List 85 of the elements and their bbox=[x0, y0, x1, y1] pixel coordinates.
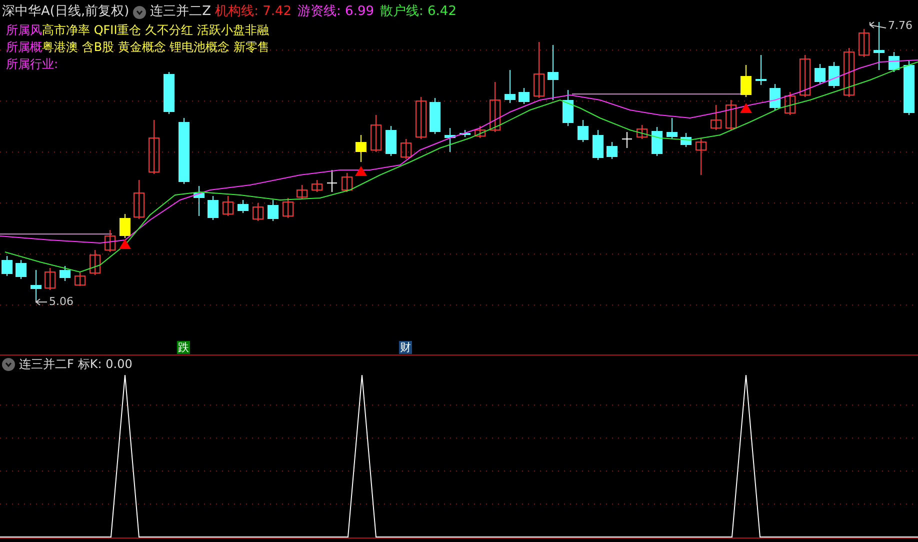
candlestick bbox=[222, 196, 234, 216]
candlestick bbox=[416, 96, 426, 140]
pointer-arrow bbox=[870, 22, 886, 28]
candlestick bbox=[90, 250, 100, 276]
pointer-arrow bbox=[36, 298, 48, 306]
candlestick bbox=[342, 172, 352, 192]
candlestick bbox=[296, 184, 308, 200]
high-price-label: 7.76 bbox=[888, 18, 912, 34]
candlestick bbox=[680, 132, 692, 148]
candlestick bbox=[784, 92, 796, 116]
candlestick bbox=[120, 214, 130, 238]
candlestick bbox=[164, 72, 174, 114]
chevron-icon[interactable] bbox=[133, 6, 146, 18]
candlestick bbox=[726, 100, 736, 130]
candlestick bbox=[2, 256, 12, 276]
candlestick bbox=[844, 48, 854, 98]
candlestick bbox=[490, 82, 500, 132]
stock-title: 深中华A(日线,前复权) bbox=[2, 4, 130, 20]
candlestick bbox=[814, 64, 826, 84]
candlestick bbox=[518, 88, 530, 104]
candlestick bbox=[44, 268, 56, 290]
candlestick bbox=[16, 260, 26, 280]
line-legend: 游资线: 6.99 bbox=[298, 4, 374, 20]
candlestick bbox=[504, 70, 516, 104]
candlestick bbox=[548, 44, 558, 100]
candlestick bbox=[356, 134, 366, 162]
candlestick bbox=[252, 202, 264, 222]
indicator-name: 连三并二Z bbox=[150, 4, 212, 20]
candlestick bbox=[386, 126, 396, 156]
info-label: 所属行业: bbox=[6, 56, 58, 73]
candlestick bbox=[770, 84, 780, 110]
candlestick bbox=[858, 28, 870, 58]
candlestick bbox=[134, 180, 144, 220]
candlestick bbox=[606, 142, 618, 160]
candlestick bbox=[148, 120, 160, 174]
indicator-reading: 标K: 0.00 bbox=[78, 357, 132, 372]
candlestick bbox=[430, 98, 440, 134]
candlestick bbox=[666, 118, 678, 140]
candlestick bbox=[282, 198, 294, 218]
info-value: 粤港澳 含B股 黄金概念 锂电池概念 新零售 bbox=[42, 39, 270, 56]
candlestick bbox=[696, 138, 706, 176]
candlestick bbox=[534, 42, 544, 98]
info-label: 所属概 bbox=[6, 39, 42, 56]
candlestick bbox=[60, 266, 70, 282]
info-label: 所属风 bbox=[6, 22, 42, 39]
candlestick bbox=[592, 130, 604, 160]
line-legend: 机构线: 7.42 bbox=[215, 4, 292, 20]
low-price-label: 5.06 bbox=[49, 294, 74, 310]
candlestick bbox=[194, 186, 204, 216]
candlestick bbox=[888, 52, 900, 72]
candlestick bbox=[268, 200, 278, 222]
candlestick bbox=[104, 230, 116, 252]
candlestick bbox=[370, 114, 382, 152]
candlestick bbox=[474, 126, 486, 138]
signal-triangle-icon bbox=[355, 166, 367, 176]
candlestick bbox=[740, 64, 752, 98]
candlestick bbox=[828, 62, 840, 88]
candlestick bbox=[800, 54, 810, 98]
indicator-name: 连三并二F bbox=[19, 357, 74, 372]
candlestick bbox=[74, 272, 86, 286]
candlestick bbox=[578, 120, 588, 142]
candlestick bbox=[636, 124, 648, 140]
candlestick bbox=[622, 132, 632, 148]
candlestick bbox=[652, 126, 662, 156]
candlestick bbox=[326, 170, 338, 192]
candlestick bbox=[208, 196, 218, 220]
candlestick bbox=[874, 22, 884, 70]
candlestick bbox=[710, 104, 722, 130]
candlestick bbox=[238, 200, 248, 214]
candlestick bbox=[904, 60, 914, 116]
signal-triangle-icon bbox=[740, 103, 752, 113]
candlestick bbox=[312, 180, 322, 192]
candlestick bbox=[30, 270, 42, 300]
candlestick bbox=[400, 138, 412, 160]
candlestick bbox=[756, 54, 766, 86]
line-legend: 散户线: 6.42 bbox=[380, 4, 456, 20]
candlestick bbox=[562, 90, 574, 126]
chevron-icon[interactable] bbox=[2, 358, 15, 371]
info-value: 高市净率 QFII重仓 久不分红 活跃小盘非融 bbox=[42, 22, 269, 39]
signal-triangle-icon bbox=[119, 239, 131, 249]
event-marker[interactable]: 跌 bbox=[177, 341, 190, 354]
event-marker[interactable]: 财 bbox=[399, 341, 412, 354]
candlestick bbox=[444, 128, 456, 152]
candlestick bbox=[178, 118, 190, 184]
candlestick bbox=[460, 130, 470, 138]
